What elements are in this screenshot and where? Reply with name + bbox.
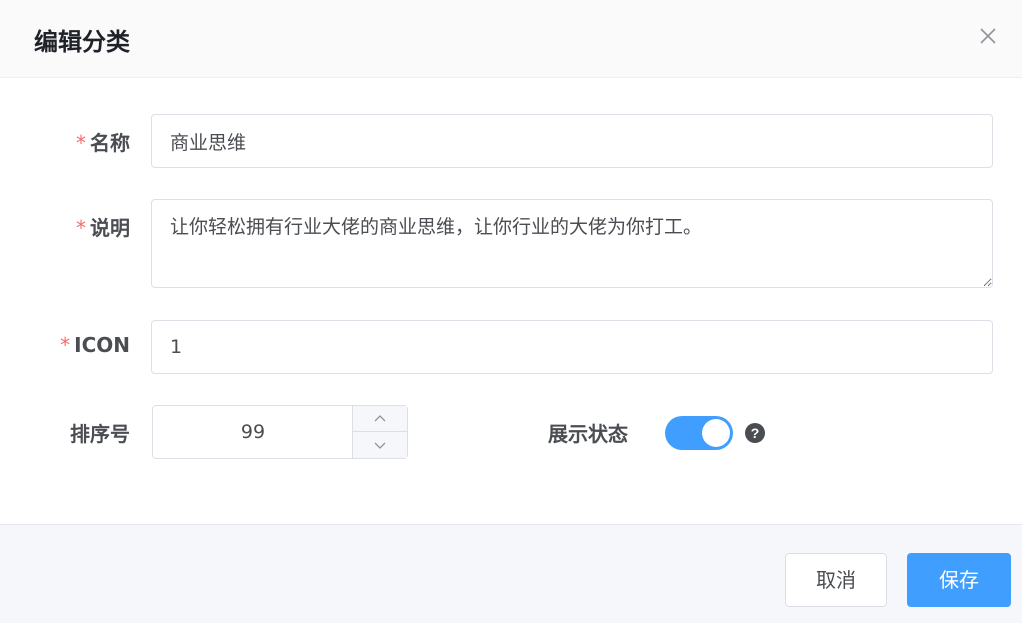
form-item-name: * 名称 [0, 127, 130, 157]
form-item-icon: * ICON [0, 333, 130, 363]
stepper-controls [352, 406, 407, 458]
form-item-sort: 排序号 [0, 418, 130, 448]
cancel-button[interactable]: 取消 [785, 553, 887, 607]
dialog-title: 编辑分类 [34, 28, 130, 56]
chevron-down-icon [374, 442, 386, 449]
dialog-header: 编辑分类 [0, 0, 1022, 78]
close-icon[interactable] [978, 26, 998, 46]
description-textarea[interactable]: 让你轻松拥有行业大佬的商业思维，让你行业的大佬为你打工。 [151, 199, 993, 288]
description-label: * 说明 [76, 216, 130, 240]
question-circle-icon[interactable]: ? [745, 423, 765, 443]
edit-category-dialog: 编辑分类 *名称 *说明 让你轻松拥有行业大佬的商业思维，让你行业的大佬为你打工… [0, 0, 1022, 623]
chevron-up-icon [374, 414, 386, 421]
switch-knob [702, 419, 730, 447]
name-label: * 名称 [76, 131, 130, 155]
sort-value[interactable]: 99 [153, 406, 353, 458]
form-item-description: * 说明 [0, 212, 130, 242]
save-button[interactable]: 保存 [907, 553, 1011, 607]
dialog-footer: 取消 保存 [0, 524, 1022, 623]
display-status-label: 展示状态 [548, 422, 628, 446]
increase-button[interactable] [353, 406, 407, 432]
required-mark: * [60, 333, 71, 357]
sort-number-input: 99 [152, 405, 408, 459]
required-mark: * [76, 216, 86, 240]
display-status-switch[interactable] [665, 416, 733, 450]
name-input[interactable] [151, 114, 993, 168]
icon-input[interactable] [151, 320, 993, 374]
decrease-button[interactable] [353, 432, 407, 458]
required-mark: * [76, 131, 86, 155]
sort-label: 排序号 [70, 422, 130, 446]
icon-label: * ICON [60, 333, 130, 357]
